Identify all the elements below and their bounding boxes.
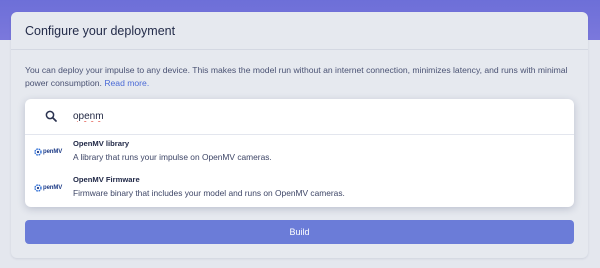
search-row bbox=[25, 99, 574, 135]
openmv-logo: penMV bbox=[34, 183, 66, 193]
card-header: Configure your deployment bbox=[11, 12, 588, 50]
search-input[interactable] bbox=[73, 107, 553, 125]
result-subtitle: Firmware binary that includes your model… bbox=[73, 188, 345, 198]
openmv-logo-text: penMV bbox=[43, 185, 63, 191]
deployment-description: You can deploy your impulse to any devic… bbox=[25, 64, 573, 89]
card-title: Configure your deployment bbox=[25, 23, 176, 38]
result-title: OpenMV Firmware bbox=[73, 175, 140, 184]
build-button[interactable]: Build bbox=[25, 220, 574, 244]
result-subtitle: A library that runs your impulse on Open… bbox=[73, 152, 272, 162]
openmv-logo-text: penMV bbox=[43, 149, 63, 155]
openmv-logo-icon bbox=[34, 148, 42, 156]
result-openmv-firmware[interactable]: penMV OpenMV Firmware Firmware binary th… bbox=[25, 171, 574, 207]
deployment-search-panel: penMV OpenMV library A library that runs… bbox=[25, 99, 574, 207]
search-icon bbox=[45, 110, 57, 122]
deployment-card: Configure your deployment You can deploy… bbox=[11, 12, 588, 258]
read-more-link[interactable]: Read more. bbox=[104, 78, 149, 88]
result-title: OpenMV library bbox=[73, 139, 130, 148]
openmv-logo-icon bbox=[34, 184, 42, 192]
openmv-logo: penMV bbox=[34, 147, 66, 157]
result-openmv-library[interactable]: penMV OpenMV library A library that runs… bbox=[25, 135, 574, 171]
